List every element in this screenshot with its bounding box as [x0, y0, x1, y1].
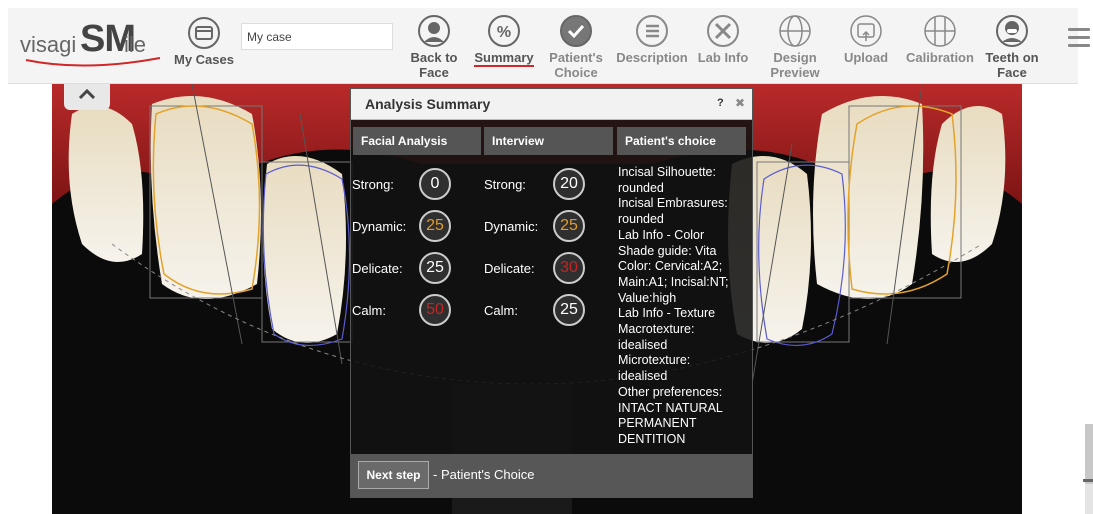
- choice-line: Color: Cervical:A2;: [618, 259, 723, 274]
- choice-line: Lab Info - Texture: [618, 306, 716, 321]
- tools-icon: [707, 15, 739, 47]
- teeth-on-face-label-1: Teeth on: [985, 50, 1039, 65]
- back-to-face-button[interactable]: Back to Face: [406, 14, 462, 80]
- chevron-up-icon: [78, 88, 96, 100]
- lab-info-button[interactable]: Lab Info: [694, 14, 752, 65]
- facial-strong-score: 0: [419, 168, 451, 200]
- back-to-face-label-1: Back to: [410, 50, 458, 65]
- visagismile-logo[interactable]: visagi SM ile: [20, 18, 161, 67]
- choice-line: idealised: [618, 337, 668, 352]
- interview-calm-label: Calm:: [484, 303, 518, 318]
- calibration-grid-icon: [924, 15, 956, 47]
- facial-calm-label: Calm:: [352, 303, 386, 318]
- choice-line: Incisal Silhouette:: [618, 165, 716, 179]
- lab-info-label: Lab Info: [697, 50, 749, 65]
- calibration-label: Calibration: [906, 50, 974, 65]
- next-step-description: - Patient's Choice: [433, 467, 535, 482]
- facial-delicate-label: Delicate:: [352, 261, 403, 276]
- choice-line: Lab Info - Color: [618, 227, 705, 242]
- patients-choice-label-1: Patient's: [549, 50, 603, 65]
- upload-label: Upload: [843, 50, 889, 65]
- logo-text-3: ile: [124, 32, 147, 57]
- interview-dynamic-label: Dynamic:: [484, 219, 539, 234]
- choice-line: Incisal Embrasures:: [618, 196, 728, 211]
- folder-icon: [188, 17, 220, 49]
- analysis-summary-dialog: Analysis Summary ? ✖ Facial Analysis Int…: [350, 88, 753, 498]
- back-to-face-label-2: Face: [419, 65, 449, 80]
- my-cases-button[interactable]: My Cases: [168, 16, 240, 67]
- choice-line: Microtexture:: [618, 353, 691, 368]
- hamburger-menu-icon[interactable]: [1068, 28, 1090, 48]
- face-icon: [418, 15, 450, 47]
- summary-label: Summary: [474, 50, 534, 67]
- top-toolbar: visagi SM ile My Cases Back to Face % Su…: [8, 8, 1078, 84]
- dialog-footer: Next step - Patient's Choice: [351, 454, 752, 497]
- smiling-face-icon: [996, 15, 1028, 47]
- list-icon: [636, 15, 668, 47]
- upload-button[interactable]: Upload: [838, 14, 894, 65]
- facial-delicate-score: 25: [419, 252, 451, 284]
- facial-dynamic-score: 25: [419, 210, 451, 242]
- choice-line: Shade guide: Vita: [618, 243, 717, 258]
- patients-choice-label-2: Choice: [554, 65, 598, 80]
- vertical-scrollbar-thumb[interactable]: [1085, 424, 1093, 484]
- facial-dynamic-label: Dynamic:: [352, 219, 407, 234]
- choice-line: INTACT NATURAL: [618, 400, 723, 415]
- calibration-button[interactable]: Calibration: [900, 14, 980, 65]
- interview-dynamic-score: 25: [553, 210, 585, 242]
- logo-text-1: visagi: [20, 32, 77, 57]
- summary-button[interactable]: % Summary: [469, 14, 539, 67]
- choice-line: rounded: [618, 212, 664, 227]
- svg-text:%: %: [497, 24, 511, 41]
- scrollbar-grip-icon: [1083, 479, 1093, 482]
- patients-choice-header: Patient's choice: [617, 127, 746, 155]
- upload-icon: [850, 15, 882, 47]
- page: visagi SM ile My Cases Back to Face % Su…: [0, 0, 1093, 514]
- logo-smile-curve-icon: [25, 57, 161, 67]
- teeth-on-face-label-2: Face: [997, 65, 1027, 80]
- choice-line: DENTITION: [618, 431, 686, 446]
- case-name-input[interactable]: [241, 23, 393, 50]
- my-cases-label: My Cases: [174, 52, 234, 67]
- interview-delicate-score: 30: [553, 252, 585, 284]
- choice-line: PERMANENT: [618, 416, 697, 431]
- interview-delicate-label: Delicate:: [484, 261, 535, 276]
- interview-strong-label: Strong:: [484, 177, 526, 192]
- choice-line: Other preferences:: [618, 384, 723, 399]
- close-button[interactable]: ✖: [735, 96, 745, 110]
- dialog-title: Analysis Summary: [365, 96, 491, 112]
- facial-calm-score: 50: [419, 294, 451, 326]
- percent-icon: %: [488, 15, 520, 47]
- choice-line: idealised: [618, 369, 668, 384]
- facial-strong-label: Strong:: [352, 177, 394, 192]
- globe-grid-icon: [779, 15, 811, 47]
- dialog-header[interactable]: Analysis Summary ? ✖: [351, 89, 752, 120]
- design-preview-label-2: Preview: [770, 65, 820, 80]
- choice-line: Main:A1; Incisal:NT;: [618, 274, 729, 289]
- choice-line: rounded: [618, 180, 664, 195]
- patients-choice-button[interactable]: Patient's Choice: [544, 14, 608, 80]
- interview-strong-score: 20: [553, 168, 585, 200]
- next-step-button[interactable]: Next step: [358, 461, 429, 489]
- patients-choice-details: Incisal Silhouette: rounded Incisal Embr…: [618, 165, 750, 448]
- description-label: Description: [616, 50, 688, 65]
- teeth-on-face-button[interactable]: Teeth on Face: [980, 14, 1044, 80]
- interview-calm-score: 25: [553, 294, 585, 326]
- facial-analysis-header: Facial Analysis: [353, 127, 481, 155]
- design-preview-label-1: Design: [773, 50, 817, 65]
- choice-line: Value:high: [618, 290, 677, 305]
- description-button[interactable]: Description: [612, 14, 692, 65]
- help-button[interactable]: ?: [717, 97, 724, 109]
- checkmark-icon: [560, 15, 592, 47]
- interview-header: Interview: [484, 127, 613, 155]
- collapse-panel-tab[interactable]: [64, 84, 110, 110]
- design-preview-button[interactable]: Design Preview: [760, 14, 830, 80]
- choice-line: Macrotexture:: [618, 322, 695, 337]
